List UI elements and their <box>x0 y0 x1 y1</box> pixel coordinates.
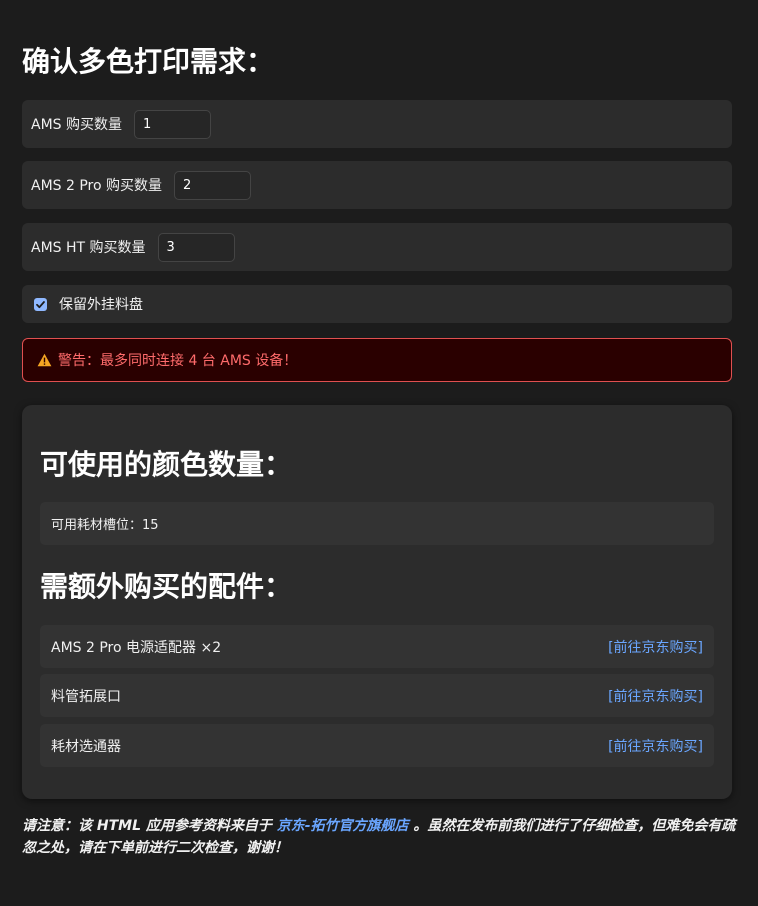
buy-link[interactable]: [前往京东购买] <box>608 637 703 657</box>
result-card: 可使用的颜色数量： 可用耗材槽位：15 需额外购买的配件： AMS 2 Pro … <box>22 405 732 799</box>
accessory-name: 耗材选通器 <box>51 738 121 755</box>
list-item: 料管拓展口 [前往京东购买] <box>40 674 714 717</box>
keep-spool-row[interactable]: 保留外挂料盘 <box>22 285 732 323</box>
ams2pro-quantity-label: AMS 2 Pro 购买数量 <box>31 178 163 194</box>
page-title: 确认多色打印需求： <box>22 45 275 78</box>
keep-spool-label: 保留外挂料盘 <box>59 297 143 313</box>
footer-prefix: 请注意：该 HTML 应用参考资料来自于 <box>22 818 277 834</box>
list-item: 耗材选通器 [前往京东购买] <box>40 724 714 767</box>
ams2pro-quantity-input[interactable] <box>174 170 252 200</box>
available-slots: 可用耗材槽位：15 <box>40 502 714 545</box>
buy-link[interactable]: [前往京东购买] <box>608 736 703 756</box>
warning-text: 警告：最多同时连接 4 台 AMS 设备！ <box>58 353 298 369</box>
amsht-quantity-row: AMS HT 购买数量 <box>22 223 732 271</box>
accessory-name: 料管拓展口 <box>51 688 121 705</box>
ams-quantity-label: AMS 购买数量 <box>31 117 122 133</box>
list-item: AMS 2 Pro 电源适配器 ×2 [前往京东购买] <box>40 625 714 668</box>
accessory-name: AMS 2 Pro 电源适配器 ×2 <box>51 639 222 656</box>
buy-link[interactable]: [前往京东购买] <box>608 686 703 706</box>
page: 确认多色打印需求： AMS 购买数量 AMS 2 Pro 购买数量 AMS HT… <box>0 0 758 906</box>
checkmark-icon <box>36 300 45 308</box>
warning-banner: 警告：最多同时连接 4 台 AMS 设备！ <box>22 338 732 382</box>
accessories-section-title: 需额外购买的配件： <box>40 570 293 603</box>
amsht-quantity-label: AMS HT 购买数量 <box>31 240 146 256</box>
ams2pro-quantity-row: AMS 2 Pro 购买数量 <box>22 161 732 209</box>
ams-quantity-input[interactable] <box>134 109 211 139</box>
store-link[interactable]: 京东-拓竹官方旗舰店 <box>277 818 409 834</box>
keep-spool-checkbox[interactable] <box>34 297 47 311</box>
amsht-quantity-input[interactable] <box>157 232 235 262</box>
footer-note: 请注意：该 HTML 应用参考资料来自于 京东-拓竹官方旗舰店 。虽然在发布前我… <box>22 815 736 859</box>
colors-section-title: 可使用的颜色数量： <box>40 448 293 481</box>
ams-quantity-row: AMS 购买数量 <box>22 100 732 148</box>
warning-icon <box>37 353 52 367</box>
